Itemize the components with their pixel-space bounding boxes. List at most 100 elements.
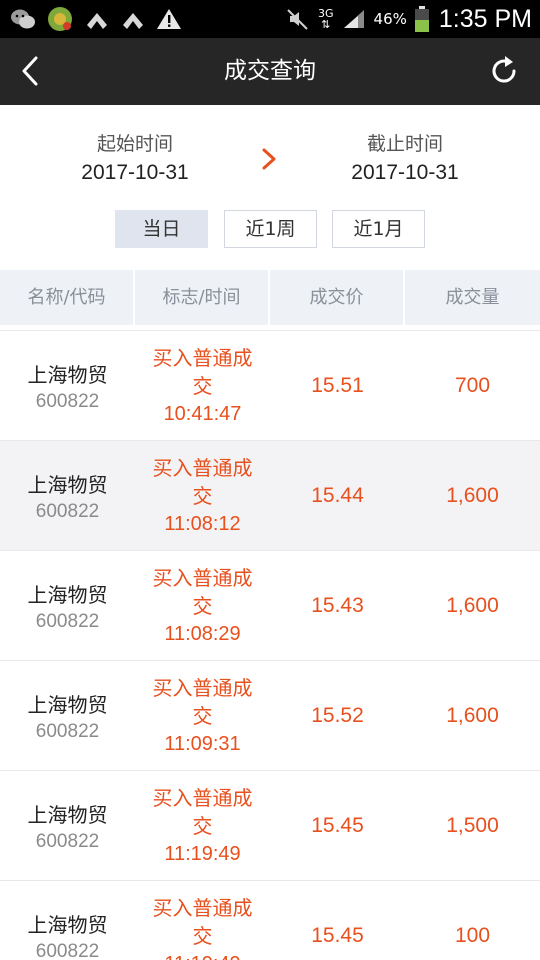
stock-name: 上海物贸 (27, 472, 108, 497)
wechat-icon (11, 9, 35, 29)
trade-time: 11:08:12 (164, 512, 241, 535)
end-date-picker[interactable]: 截止时间 2017-10-31 (305, 129, 505, 185)
stock-name: 上海物贸 (27, 692, 108, 717)
trade-price: 15.52 (311, 703, 364, 727)
price-cell: 15.51 (270, 331, 405, 440)
trade-flag-cont: 交 (192, 923, 213, 948)
trade-flag: 买入普通成 (152, 455, 253, 480)
flag-time-cell: 买入普通成 交 11:08:29 (135, 551, 270, 660)
flag-time-cell: 买入普通成 交 11:19:49 (135, 771, 270, 880)
table-row[interactable]: 上海物贸 600822 买入普通成 交 11:08:29 15.43 1,600 (0, 550, 540, 660)
table-row[interactable]: 上海物贸 600822 买入普通成 交 10:41:47 15.51 700 (0, 330, 540, 440)
trade-list[interactable]: 上海物贸 600822 买入普通成 交 10:41:47 15.51 700 上… (0, 330, 540, 960)
flag-time-cell: 买入普通成 交 11:19:49 (135, 881, 270, 960)
flag-time-cell: 买入普通成 交 10:41:47 (135, 331, 270, 440)
network-indicator: 3G ⇅ (318, 8, 334, 30)
table-row[interactable]: 上海物贸 600822 买入普通成 交 11:19:49 15.45 1,500 (0, 770, 540, 880)
refresh-icon[interactable] (488, 55, 520, 87)
trade-flag: 买入普通成 (152, 675, 253, 700)
data-arrows-icon: ⇅ (321, 18, 331, 31)
trade-time: 11:19:49 (164, 950, 240, 960)
start-date-picker[interactable]: 起始时间 2017-10-31 (35, 129, 235, 185)
name-code-cell: 上海物贸 600822 (0, 441, 135, 550)
price-cell: 15.45 (270, 771, 405, 880)
trade-flag-cont: 交 (192, 703, 213, 728)
stock-name: 上海物贸 (27, 912, 108, 937)
start-date-label: 起始时间 (96, 133, 173, 155)
stock-name: 上海物贸 (27, 802, 108, 827)
trade-price: 15.44 (311, 483, 364, 507)
name-code-cell: 上海物贸 600822 (0, 551, 135, 660)
trade-volume: 1,500 (446, 813, 499, 837)
stock-code: 600822 (35, 830, 100, 852)
column-header-price: 成交价 (270, 270, 405, 325)
table-row[interactable]: 上海物贸 600822 买入普通成 交 11:08:12 15.44 1,600 (0, 440, 540, 550)
period-today-button[interactable]: 当日 (115, 210, 208, 248)
warning-icon (157, 9, 181, 29)
column-header-name: 名称/代码 (0, 270, 135, 325)
clock: 1:35 PM (438, 4, 532, 33)
name-code-cell: 上海物贸 600822 (0, 331, 135, 440)
end-date-label: 截止时间 (366, 133, 443, 155)
trade-time: 11:19:49 (164, 842, 241, 865)
trade-time: 11:08:29 (164, 622, 241, 645)
start-date-value[interactable]: 2017-10-31 (35, 161, 235, 185)
name-code-cell: 上海物贸 600822 (0, 771, 135, 880)
trade-flag-cont: 交 (192, 373, 213, 398)
volume-cell: 700 (405, 331, 540, 440)
trade-volume: 700 (454, 373, 491, 397)
flag-time-cell: 买入普通成 交 11:08:12 (135, 441, 270, 550)
stock-name: 上海物贸 (27, 362, 108, 387)
trade-price: 15.45 (311, 813, 364, 837)
trade-flag: 买入普通成 (152, 895, 253, 920)
trade-price: 15.45 (311, 923, 364, 947)
date-range-panel: 起始时间 2017-10-31 截止时间 2017-10-31 当日 近1周 近… (0, 105, 540, 270)
trade-flag-cont: 交 (192, 813, 213, 838)
trade-price: 15.51 (311, 373, 364, 397)
notification-icons (10, 6, 182, 32)
battery-percent: 46% (373, 10, 407, 28)
trade-time: 11:09:31 (164, 732, 241, 755)
trade-volume: 1,600 (446, 483, 499, 507)
price-cell: 15.44 (270, 441, 405, 550)
end-date-value[interactable]: 2017-10-31 (305, 161, 505, 185)
volume-cell: 100 (405, 881, 540, 960)
trade-volume: 100 (454, 923, 491, 947)
period-month-button[interactable]: 近1月 (332, 210, 425, 248)
trade-price: 15.43 (311, 593, 364, 617)
trade-time: 10:41:47 (163, 402, 242, 425)
trade-flag: 买入普通成 (152, 785, 253, 810)
volume-cell: 1,600 (405, 551, 540, 660)
trade-volume: 1,600 (446, 703, 499, 727)
trade-flag: 买入普通成 (152, 565, 253, 590)
trade-flag-cont: 交 (192, 593, 213, 618)
column-header-flag-time: 标志/时间 (135, 270, 270, 325)
period-week-button[interactable]: 近1周 (224, 210, 317, 248)
signal-icon (343, 10, 364, 28)
trade-flag: 买入普通成 (152, 345, 253, 370)
stock-code: 600822 (35, 500, 100, 522)
mute-icon (287, 9, 308, 30)
stock-code: 600822 (35, 610, 100, 632)
trade-flag-cont: 交 (192, 483, 213, 508)
title-bar: 成交查询 (0, 38, 540, 105)
volume-cell: 1,500 (405, 771, 540, 880)
name-code-cell: 上海物贸 600822 (0, 661, 135, 770)
usb-icon (123, 13, 143, 29)
trade-volume: 1,600 (446, 593, 499, 617)
page-title: 成交查询 (224, 58, 316, 84)
flag-time-cell: 买入普通成 交 11:09:31 (135, 661, 270, 770)
volume-cell: 1,600 (405, 441, 540, 550)
table-row[interactable]: 上海物贸 600822 买入普通成 交 11:09:31 15.52 1,600 (0, 660, 540, 770)
column-header-volume: 成交量 (445, 287, 500, 308)
stock-name: 上海物贸 (27, 582, 108, 607)
table-header: 名称/代码 标志/时间 成交价 成交量 (0, 270, 540, 325)
price-cell: 15.43 (270, 551, 405, 660)
table-row[interactable]: 上海物贸 600822 买入普通成 交 11:19:49 15.45 100 (0, 880, 540, 960)
name-code-cell: 上海物贸 600822 (0, 881, 135, 960)
game-app-icon (48, 7, 72, 31)
chevron-right-icon (262, 148, 276, 170)
battery-icon (414, 6, 429, 32)
stock-code: 600822 (35, 390, 100, 412)
stock-code: 600822 (35, 940, 100, 960)
